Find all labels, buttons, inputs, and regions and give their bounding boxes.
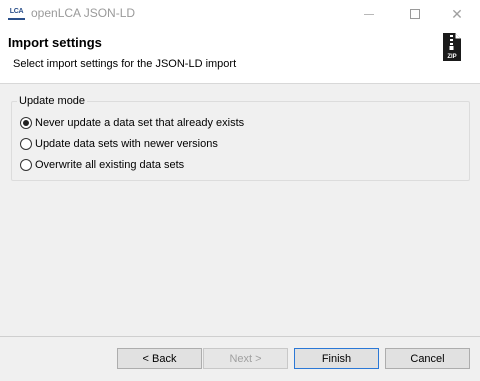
minimize-icon — [364, 13, 374, 15]
radio-button-checked[interactable] — [20, 117, 32, 129]
window-title: openLCA JSON-LD — [31, 6, 136, 20]
page-description: Select import settings for the JSON-LD i… — [13, 58, 237, 70]
radio-button[interactable] — [20, 138, 32, 150]
cancel-button[interactable]: Cancel — [385, 348, 470, 369]
page-title: Import settings — [8, 35, 102, 50]
radio-label: Never update a data set that already exi… — [35, 117, 245, 129]
close-button[interactable]: ✕ — [434, 0, 480, 28]
radio-label: Update data sets with newer versions — [35, 138, 218, 150]
minimize-button[interactable] — [346, 0, 392, 28]
title-bar: LCA openLCA JSON-LD ✕ — [0, 0, 480, 28]
openlca-app-icon: LCA — [8, 8, 25, 20]
radio-label: Overwrite all existing data sets — [35, 159, 185, 171]
next-button[interactable]: Next > — [203, 348, 288, 369]
maximize-icon — [410, 9, 420, 19]
update-mode-legend: Update mode — [17, 95, 88, 107]
back-button[interactable]: < Back — [117, 348, 202, 369]
radio-update-newer[interactable]: Update data sets with newer versions — [20, 138, 218, 150]
radio-never-update[interactable]: Never update a data set that already exi… — [20, 117, 244, 129]
zip-label: ZIP — [447, 54, 456, 60]
zip-file-icon: ZIP — [443, 33, 461, 61]
wizard-content: Update mode Never update a data set that… — [0, 83, 480, 336]
close-icon: ✕ — [451, 5, 463, 22]
wizard-header: Import settings Select import settings f… — [0, 28, 480, 83]
radio-overwrite-all[interactable]: Overwrite all existing data sets — [20, 159, 184, 171]
radio-button[interactable] — [20, 159, 32, 171]
update-mode-group: Update mode Never update a data set that… — [11, 95, 470, 181]
finish-button[interactable]: Finish — [294, 348, 379, 369]
button-bar: < Back Next > Finish Cancel — [0, 336, 480, 381]
maximize-button[interactable] — [392, 0, 438, 28]
